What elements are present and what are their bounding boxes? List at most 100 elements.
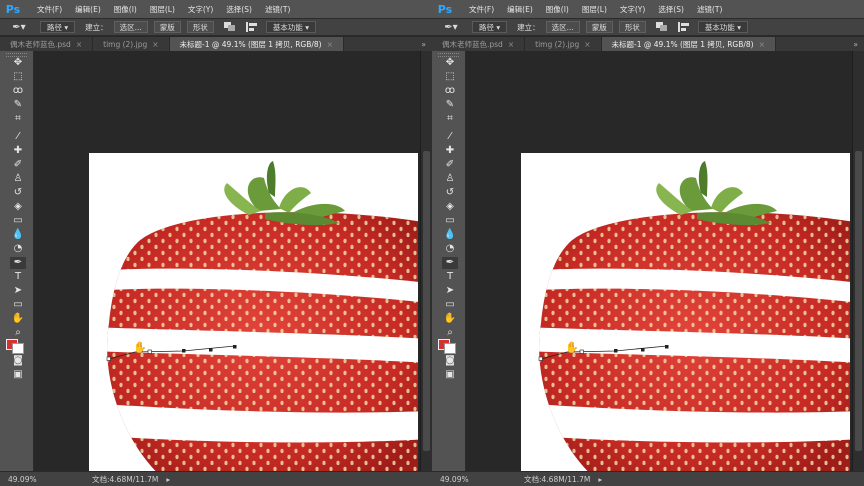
menu-edit[interactable]: 编辑(E) — [507, 4, 533, 15]
tab-jpg[interactable]: timg (2).jpg × — [93, 37, 170, 51]
make-selection-button[interactable]: 选区... — [545, 21, 580, 33]
quick-select-icon[interactable]: ✎ — [10, 99, 26, 111]
screen-mode-icon[interactable]: ▣ — [442, 369, 458, 381]
crop-icon[interactable]: ⌗ — [442, 113, 458, 125]
marquee-icon[interactable]: ⬚ — [10, 71, 26, 83]
lasso-icon[interactable]: ꝏ — [442, 85, 458, 97]
gradient-icon[interactable]: ▭ — [442, 215, 458, 227]
anchor-point[interactable] — [182, 349, 186, 353]
eyedropper-icon[interactable]: ⁄ — [442, 131, 458, 143]
tab-psd[interactable]: 偶木老师蓝色.psd × — [0, 37, 94, 51]
dodge-icon[interactable]: ◔ — [442, 243, 458, 255]
tab-psd[interactable]: 偶木老师蓝色.psd × — [432, 37, 526, 51]
zoom-level[interactable]: 49.09% — [8, 475, 52, 484]
close-icon[interactable]: × — [508, 40, 514, 49]
brush-icon[interactable]: ✐ — [10, 159, 26, 171]
menu-edit[interactable]: 编辑(E) — [75, 4, 101, 15]
crop-icon[interactable]: ⌗ — [10, 113, 26, 125]
menu-filter[interactable]: 滤镜(T) — [697, 4, 722, 15]
zoom-level[interactable]: 49.09% — [440, 475, 484, 484]
menu-image[interactable]: 图像(I) — [546, 4, 569, 15]
anchor-point[interactable] — [106, 356, 111, 361]
make-shape-button[interactable]: 形状 — [618, 21, 646, 33]
menu-filter[interactable]: 滤镜(T) — [265, 4, 290, 15]
eraser-icon[interactable]: ◈ — [10, 201, 26, 213]
zoom-icon[interactable]: ⌕ — [10, 327, 26, 339]
rectangle-icon[interactable]: ▭ — [442, 299, 458, 311]
path-select-icon[interactable]: ➤ — [442, 285, 458, 297]
workspace-dropdown[interactable]: 基本功能 ▾ — [697, 21, 748, 33]
blur-icon[interactable]: 💧 — [10, 229, 26, 241]
background-color-swatch[interactable] — [12, 343, 24, 354]
close-icon[interactable]: × — [152, 40, 158, 49]
hand-icon[interactable]: ✋ — [442, 313, 458, 325]
menu-type[interactable]: 文字(Y) — [620, 4, 645, 15]
blur-icon[interactable]: 💧 — [442, 229, 458, 241]
path-alignment-icon[interactable] — [677, 22, 690, 32]
anchor-point[interactable] — [665, 345, 669, 349]
quick-mask-icon[interactable]: ◙ — [10, 355, 26, 367]
make-mask-button[interactable]: 蒙版 — [585, 21, 613, 33]
eyedropper-icon[interactable]: ⁄ — [10, 131, 26, 143]
close-icon[interactable]: × — [327, 40, 333, 49]
path-alignment-icon[interactable] — [245, 22, 258, 32]
tabs-overflow-icon[interactable]: » — [853, 37, 864, 51]
menu-select[interactable]: 选择(S) — [658, 4, 684, 15]
marquee-icon[interactable]: ⬚ — [442, 71, 458, 83]
anchor-point[interactable] — [209, 348, 213, 352]
history-brush-icon[interactable]: ↺ — [10, 187, 26, 199]
canvas-area[interactable]: ✋ — [35, 51, 418, 471]
anchor-point[interactable] — [641, 348, 645, 352]
path-select-icon[interactable]: ➤ — [10, 285, 26, 297]
canvas-area[interactable]: ✋ — [467, 51, 850, 471]
quick-select-icon[interactable]: ✎ — [442, 99, 458, 111]
pen-icon[interactable]: ✒ — [442, 257, 458, 269]
type-icon[interactable]: T — [10, 271, 26, 283]
zoom-icon[interactable]: ⌕ — [442, 327, 458, 339]
status-menu-icon[interactable]: ▸ — [598, 475, 602, 484]
dodge-icon[interactable]: ◔ — [10, 243, 26, 255]
gradient-icon[interactable]: ▭ — [10, 215, 26, 227]
hand-icon[interactable]: ✋ — [10, 313, 26, 325]
path-operations-icon[interactable] — [655, 22, 668, 32]
menu-file[interactable]: 文件(F) — [469, 4, 494, 15]
clone-stamp-icon[interactable]: ♙ — [10, 173, 26, 185]
healing-brush-icon[interactable]: ✚ — [10, 145, 26, 157]
tab-untitled[interactable]: 未标题-1 @ 49.1% (图层 1 拷贝, RGB/8) × — [601, 37, 776, 51]
clone-stamp-icon[interactable]: ♙ — [442, 173, 458, 185]
make-shape-button[interactable]: 形状 — [186, 21, 214, 33]
move-icon[interactable]: ✥ — [442, 57, 458, 69]
rectangle-icon[interactable]: ▭ — [10, 299, 26, 311]
workspace-dropdown[interactable]: 基本功能 ▾ — [265, 21, 316, 33]
pen-icon[interactable]: ✒ — [10, 257, 26, 269]
move-icon[interactable]: ✥ — [10, 57, 26, 69]
pen-tool-preset-icon[interactable]: ✒▾ — [438, 20, 464, 34]
brush-icon[interactable]: ✐ — [442, 159, 458, 171]
pen-tool-preset-icon[interactable]: ✒▾ — [6, 20, 32, 34]
menu-image[interactable]: 图像(I) — [114, 4, 137, 15]
background-color-swatch[interactable] — [444, 343, 456, 354]
tab-jpg[interactable]: timg (2).jpg × — [525, 37, 602, 51]
pen-mode-dropdown[interactable]: 路径 ▾ — [40, 21, 76, 33]
screen-mode-icon[interactable]: ▣ — [10, 369, 26, 381]
make-mask-button[interactable]: 蒙版 — [153, 21, 181, 33]
tab-untitled[interactable]: 未标题-1 @ 49.1% (图层 1 拷贝, RGB/8) × — [169, 37, 344, 51]
menu-type[interactable]: 文字(Y) — [188, 4, 213, 15]
anchor-point[interactable] — [579, 349, 584, 354]
path-operations-icon[interactable] — [223, 22, 236, 32]
eraser-icon[interactable]: ◈ — [442, 201, 458, 213]
healing-brush-icon[interactable]: ✚ — [442, 145, 458, 157]
lasso-icon[interactable]: ꝏ — [10, 85, 26, 97]
type-icon[interactable]: T — [442, 271, 458, 283]
pen-path-overlay[interactable]: ✋ — [35, 51, 418, 471]
pen-path-overlay[interactable]: ✋ — [467, 51, 850, 471]
quick-mask-icon[interactable]: ◙ — [442, 355, 458, 367]
make-selection-button[interactable]: 选区... — [113, 21, 148, 33]
tabs-overflow-icon[interactable]: » — [421, 37, 432, 51]
vertical-scrollbar[interactable] — [420, 51, 432, 471]
anchor-point[interactable] — [614, 349, 618, 353]
status-menu-icon[interactable]: ▸ — [166, 475, 170, 484]
anchor-point[interactable] — [147, 349, 152, 354]
menu-file[interactable]: 文件(F) — [37, 4, 62, 15]
scrollbar-thumb[interactable] — [855, 151, 862, 451]
